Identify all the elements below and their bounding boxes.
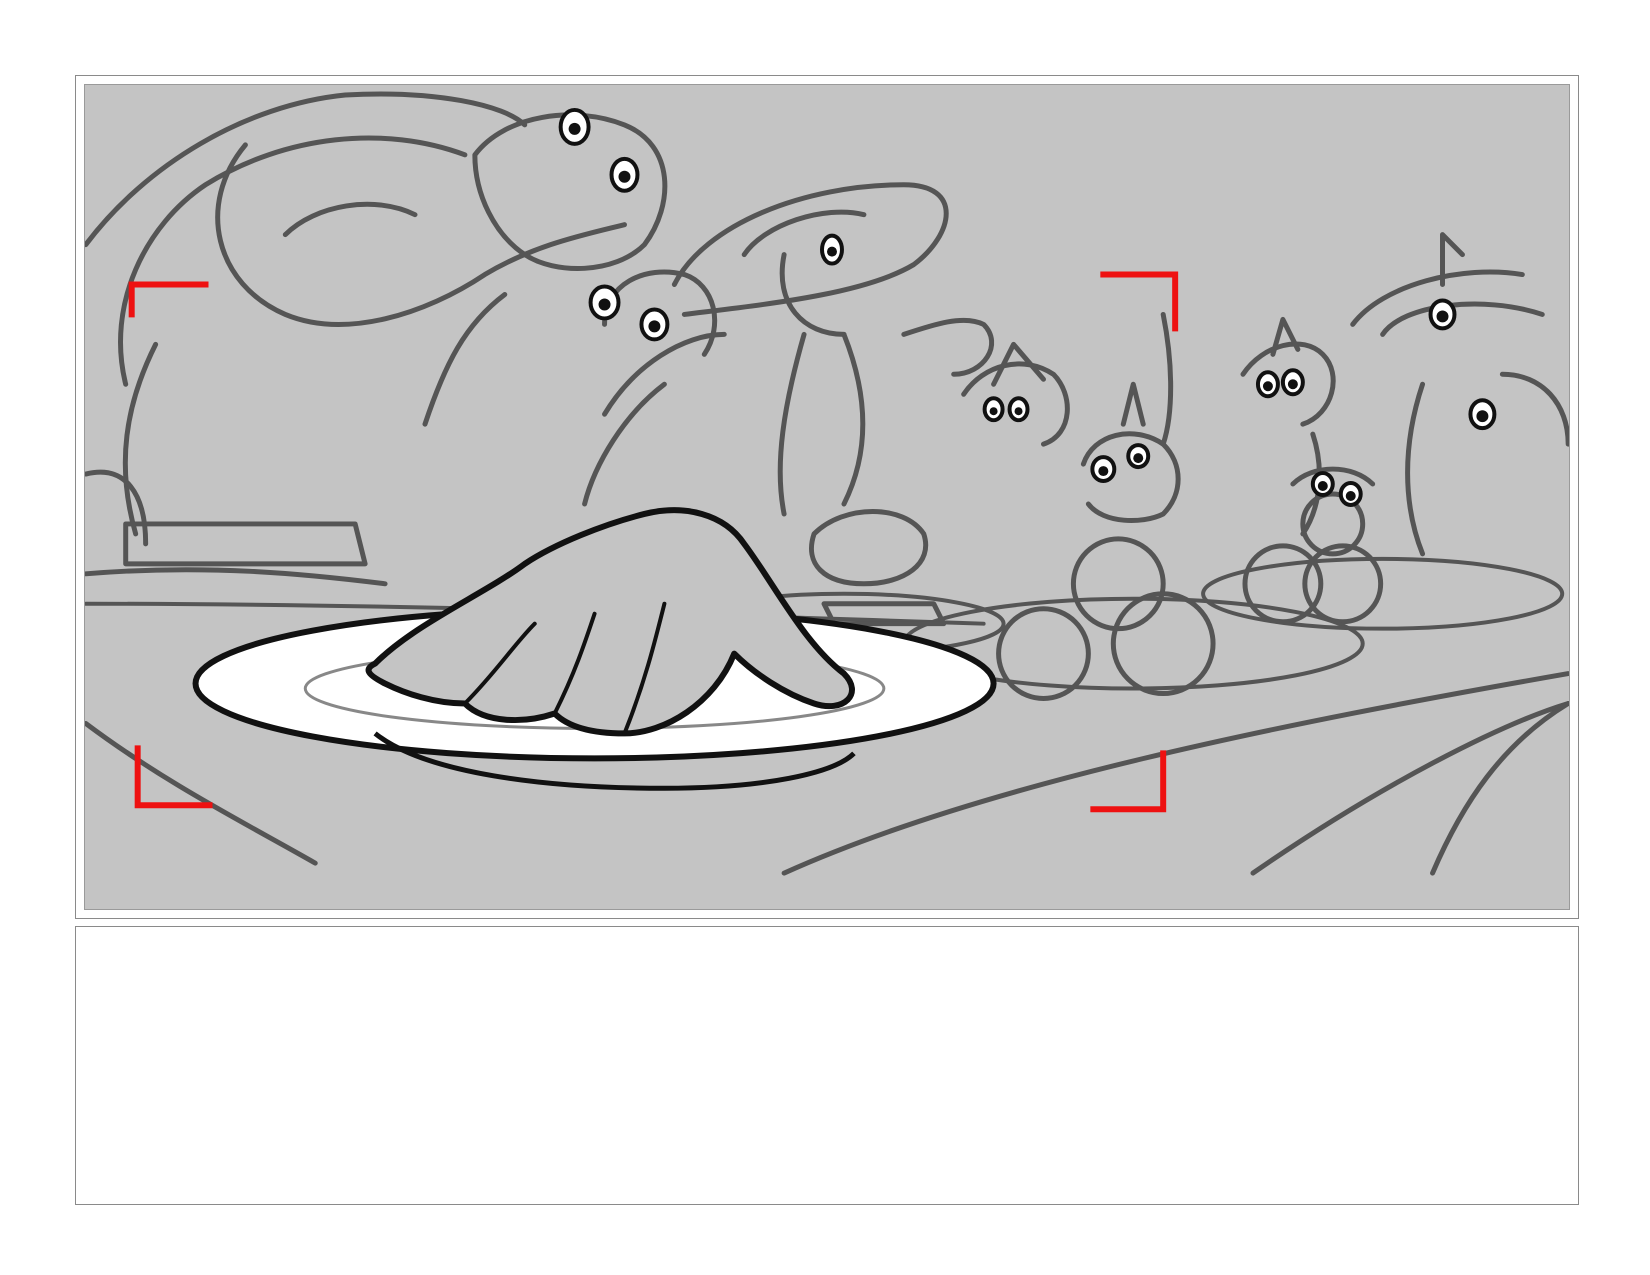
sketch-illustration [85,85,1569,909]
storyboard-panel [84,84,1570,910]
storyboard-panel-frame [75,75,1579,919]
storyboard-notes-box[interactable] [75,926,1579,1205]
